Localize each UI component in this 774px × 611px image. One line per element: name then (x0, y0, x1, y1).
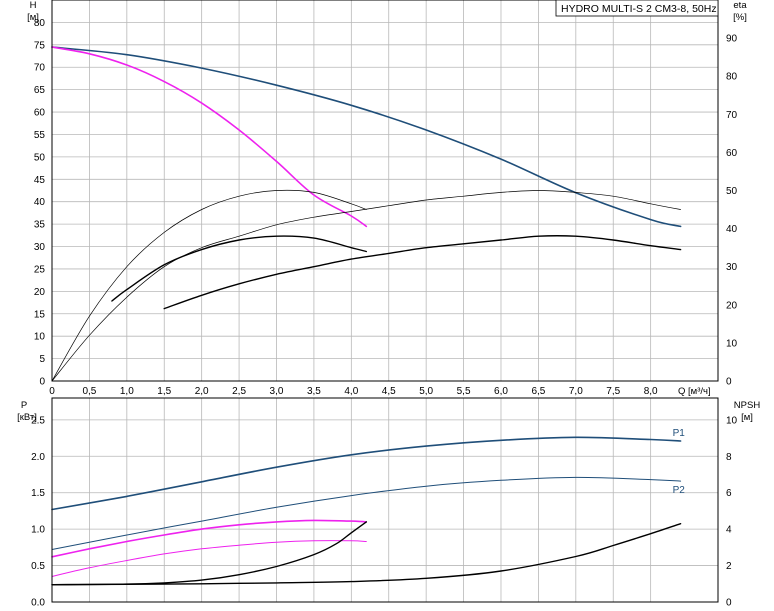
top-tick-labels: 0 5 10 15 20 25 30 35 40 45 50 55 60 65 70 75 80 0 10 20 30 4… (34, 18, 738, 397)
y-left-tick-label: 30 (34, 242, 46, 253)
y-right-tick-label: 90 (726, 34, 738, 45)
y-left-tick-label: 40 (34, 197, 46, 208)
y-right-unit: [%] (733, 12, 747, 23)
npsh-axis-unit: [м] (741, 412, 753, 423)
y-left-tick-label: 0 (39, 377, 45, 388)
y-right-tick-label: 4 (726, 525, 732, 536)
top-panel: 0 5 10 15 20 25 30 35 40 45 50 55 60 65 70 75 80 0 10 20 30 4… (27, 0, 747, 397)
bottom-series (51, 436, 682, 586)
y-left-tick-label: 0.0 (31, 598, 45, 609)
top-plot-frame (51, 0, 719, 382)
y-left-tick-label: 45 (34, 175, 46, 186)
x-tick-label: 4,0 (344, 386, 358, 397)
y-left-tick-label: 20 (34, 287, 46, 298)
y-left-tick-label: 15 (34, 309, 46, 320)
y-right-tick-label: 40 (726, 224, 738, 235)
y-left-tick-label: 70 (34, 63, 46, 74)
y-left-tick-label: 75 (34, 40, 46, 51)
series-line-p1 (51, 436, 682, 511)
x-tick-label: 5,5 (457, 386, 471, 397)
y-left-tick-label: 50 (34, 152, 46, 163)
power-axis-unit: [кВт] (17, 412, 37, 423)
chart-title-box: HYDRO MULTI-S 2 CM3-8, 50Hz (555, 0, 719, 17)
top-axis-titles: H [м] eta [%] Q [м³/ч] (27, 0, 747, 397)
y-right-tick-label: 60 (726, 148, 738, 159)
y-left-tick-label: 1.5 (31, 488, 45, 499)
x-tick-label: 2,5 (232, 386, 246, 397)
x-tick-label: 4,5 (382, 386, 396, 397)
bottom-tick-labels: 0.00.51.01.52.02.50246810 (31, 415, 737, 608)
y-right-tick-label: 50 (726, 186, 738, 197)
y-left-tick-label: 25 (34, 264, 46, 275)
y-right-label: eta (733, 0, 747, 11)
x-tick-label: 6,0 (494, 386, 508, 397)
y-left-tick-label: 65 (34, 85, 46, 96)
y-left-tick-label: 2.0 (31, 452, 45, 463)
x-tick-label: 0 (49, 386, 55, 397)
y-right-tick-label: 0 (726, 598, 732, 609)
bottom-grid (51, 398, 718, 603)
top-grid (51, 0, 718, 382)
y-right-tick-label: 30 (726, 262, 738, 273)
y-right-tick-label: 0 (726, 377, 732, 388)
x-tick-label: 3,0 (270, 386, 284, 397)
chart-title: HYDRO MULTI-S 2 CM3-8, 50Hz (561, 3, 717, 15)
y-left-tick-label: 5 (39, 354, 45, 365)
x-tick-label: 1,0 (120, 386, 134, 397)
x-tick-label: 6,5 (531, 386, 545, 397)
x-tick-label: 7,0 (569, 386, 583, 397)
series-line-1 (51, 46, 368, 228)
y-right-tick-label: 8 (726, 452, 732, 463)
y-left-tick-label: 1.0 (31, 525, 45, 536)
y-left-tick-label: 55 (34, 130, 46, 141)
series-line-4 (51, 523, 682, 586)
y-right-tick-label: 80 (726, 72, 738, 83)
power-axis-label: P (21, 400, 27, 411)
series-line-3 (51, 190, 681, 382)
bottom-plot-frame (51, 397, 719, 603)
y-right-tick-label: 6 (726, 488, 732, 499)
series-line-2 (51, 519, 368, 558)
series-line-2 (51, 189, 367, 382)
npsh-axis-label: NPSH (734, 400, 761, 411)
y-right-tick-label: 2 (726, 561, 732, 572)
x-tick-label: 1,5 (157, 386, 171, 397)
y-left-tick-label: 60 (34, 108, 46, 119)
bottom-panel: 0.00.51.01.52.02.50246810 P [кВт] NPSH [… (17, 397, 761, 609)
x-axis-label: Q [м³/ч] (678, 386, 711, 397)
y-right-tick-label: 10 (726, 415, 738, 426)
series-label-p2: P2 (673, 485, 686, 496)
top-series (51, 46, 682, 382)
x-tick-label: 8,0 (644, 386, 658, 397)
series-line-3 (51, 540, 367, 577)
series-label-p1: P1 (673, 428, 686, 439)
y-right-tick-label: 20 (726, 300, 738, 311)
series-line-5 (51, 521, 367, 586)
pump-curve-chart: 0510152025303540455055606570758001020304… (17, 0, 761, 609)
x-tick-label: 7,5 (606, 386, 620, 397)
y-right-tick-label: 70 (726, 110, 738, 121)
y-left-label: H (30, 0, 37, 11)
y-right-tick-label: 10 (726, 338, 738, 349)
y-left-unit: [м] (27, 12, 39, 23)
series-labels: P1 P2 (673, 428, 686, 496)
x-tick-label: 3,5 (307, 386, 321, 397)
y-left-tick-label: 0.5 (31, 561, 45, 572)
x-tick-label: 2,0 (195, 386, 209, 397)
x-tick-label: 5,0 (419, 386, 433, 397)
series-line-0 (51, 46, 682, 228)
y-left-tick-label: 10 (34, 332, 46, 343)
x-tick-label: 0,5 (82, 386, 96, 397)
y-left-tick-label: 35 (34, 220, 46, 231)
